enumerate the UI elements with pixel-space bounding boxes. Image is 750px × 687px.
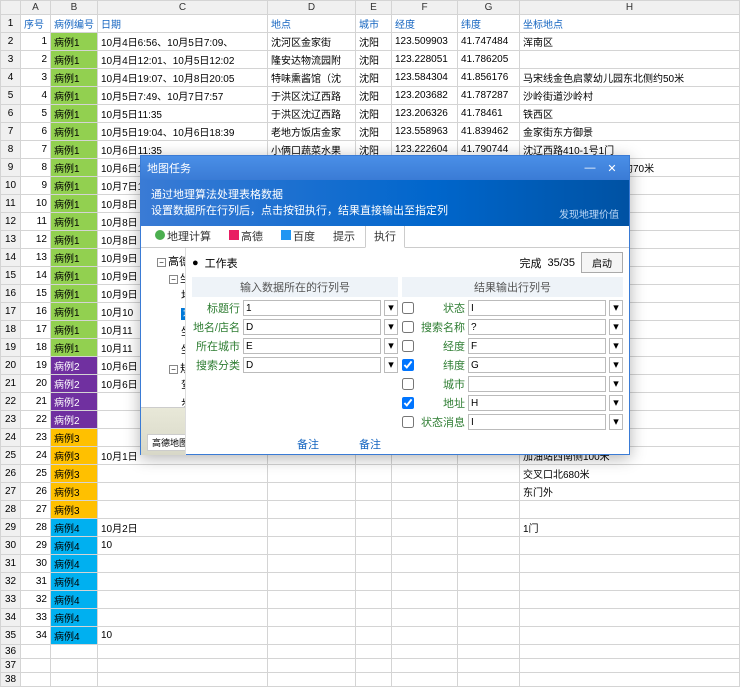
table-row[interactable]: 2827病例3: [1, 501, 740, 519]
table-row[interactable]: 2625病例3交叉口北680米: [1, 465, 740, 483]
lng-col-input[interactable]: [468, 338, 606, 354]
msg-col-input[interactable]: [468, 414, 606, 430]
cat-col-input[interactable]: [243, 357, 381, 373]
dialog-title: 地图任务: [147, 160, 191, 176]
lng-check[interactable]: [402, 340, 414, 352]
table-row[interactable]: 76病例110月5日19:04、10月6日18:39老地方饭店金家沈阳123.5…: [1, 123, 740, 141]
sname-check[interactable]: [402, 321, 414, 333]
cityr-col-input[interactable]: [468, 376, 606, 392]
lat-check[interactable]: [402, 359, 414, 371]
minimize-icon[interactable]: —: [579, 162, 601, 174]
name-col-input[interactable]: [243, 319, 381, 335]
table-row[interactable]: 3534病例410: [1, 627, 740, 645]
service-tree[interactable]: −高德地图 −坐标地址 地址转坐标 地址搜索 坐标转地址 坐标转换 −规划线路 …: [141, 248, 186, 455]
table-row[interactable]: 3332病例4: [1, 591, 740, 609]
table-row[interactable]: 21病例110月4日6:56、10月5日7:09、沈河区金家街沈阳123.509…: [1, 33, 740, 51]
dialog-banner: 通过地理算法处理表格数据 设置数据所在行列后，点击按钮执行，结果直接输出至指定列…: [141, 180, 629, 226]
addr-check[interactable]: [402, 397, 414, 409]
tab-execute[interactable]: 执行: [365, 224, 405, 248]
table-row[interactable]: 32病例110月4日12:01、10月5日12:02隆安达物流园附沈阳123.2…: [1, 51, 740, 69]
tab-amap[interactable]: 高德: [221, 225, 271, 247]
status-col-input[interactable]: [468, 300, 606, 316]
start-button[interactable]: 启动: [581, 252, 623, 273]
lat-col-input[interactable]: [468, 357, 606, 373]
table-row[interactable]: 3231病例4: [1, 573, 740, 591]
table-row[interactable]: 65病例110月5日11:35于洪区沈辽西路沈阳123.20632641.784…: [1, 105, 740, 123]
dropdown-icon[interactable]: ▾: [384, 300, 398, 316]
map-task-dialog: 地图任务 — ✕ 通过地理算法处理表格数据 设置数据所在行列后，点击按钮执行，结…: [140, 155, 630, 455]
mini-map: 刷新清空 高德地图: [141, 407, 186, 455]
title-row-input[interactable]: [243, 300, 381, 316]
tab-baidu[interactable]: 百度: [273, 225, 323, 247]
table-row[interactable]: 54病例110月5日7:49、10月7日7:57于洪区沈辽西路沈阳123.203…: [1, 87, 740, 105]
status-check[interactable]: [402, 302, 414, 314]
table-row[interactable]: 3433病例4: [1, 609, 740, 627]
addr-col-input[interactable]: [468, 395, 606, 411]
close-icon[interactable]: ✕: [601, 162, 623, 175]
msg-check[interactable]: [402, 416, 414, 428]
table-row[interactable]: 3029病例410: [1, 537, 740, 555]
table-row[interactable]: 43病例110月4日19:07、10月8日20:05特味熏酱馆（沈沈阳123.5…: [1, 69, 740, 87]
tab-hint[interactable]: 提示: [325, 225, 363, 247]
dialog-footer: 备注备注: [297, 436, 623, 452]
city-col-input[interactable]: [243, 338, 381, 354]
tab-geo-calc[interactable]: 地理计算: [147, 225, 219, 247]
table-row[interactable]: 2726病例3东门外: [1, 483, 740, 501]
worksheet-label: 工作表: [205, 255, 238, 271]
sname-col-input[interactable]: [468, 319, 606, 335]
progress-text: 35/35: [547, 257, 575, 269]
dialog-tabs: 地理计算 高德 百度 提示 执行: [141, 226, 629, 248]
table-row[interactable]: 3130病例4: [1, 555, 740, 573]
table-row[interactable]: 2928病例410月2日1门: [1, 519, 740, 537]
cityr-check[interactable]: [402, 378, 414, 390]
dialog-titlebar[interactable]: 地图任务 — ✕: [141, 156, 629, 180]
